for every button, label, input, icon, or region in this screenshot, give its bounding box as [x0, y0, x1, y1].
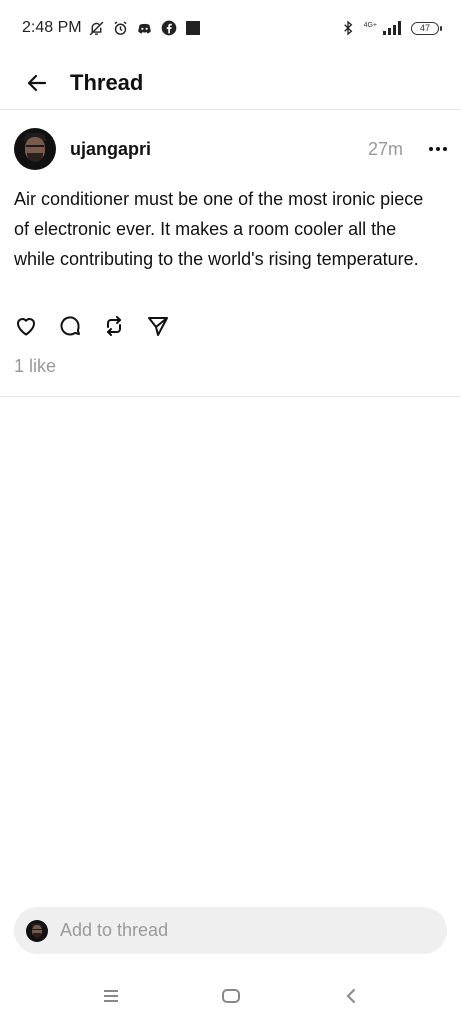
comment-icon: [60, 316, 80, 336]
share-button[interactable]: [146, 314, 170, 338]
thread-post: ujangapri 27m Air conditioner must be on…: [0, 110, 461, 397]
post-body: Air conditioner must be one of the most …: [14, 189, 424, 269]
alarm-icon: [112, 19, 130, 37]
status-bar: 2:48 PM 4G+ 47: [0, 0, 461, 56]
screen: 2:48 PM 4G+ 47 Thread ujangapri 27m Air …: [0, 0, 461, 1024]
app-header: Thread: [0, 56, 461, 110]
signal-icon: [383, 19, 405, 37]
network-label: 4G+: [363, 21, 377, 29]
post-actions: [14, 314, 170, 338]
system-back-button[interactable]: [331, 976, 371, 1016]
menu-icon: [103, 990, 118, 1002]
likes-count[interactable]: 1 like: [14, 356, 56, 377]
facebook-icon: [160, 19, 178, 37]
home-button[interactable]: [211, 976, 251, 1016]
composer-placeholder: Add to thread: [60, 920, 169, 940]
send-icon: [148, 317, 168, 336]
system-nav-bar: [0, 968, 461, 1024]
battery-icon: 47: [411, 21, 442, 35]
home-square-icon: [221, 989, 240, 1003]
page-title: Thread: [70, 69, 144, 95]
timestamp: 27m: [367, 138, 403, 159]
username[interactable]: ujangapri: [70, 139, 151, 160]
repost-icon: [107, 316, 121, 336]
chevron-left-icon: [346, 989, 355, 1003]
repost-button[interactable]: [102, 314, 126, 338]
composer-avatar: [26, 919, 48, 942]
silent-icon: [88, 19, 106, 37]
status-left: 2:48 PM: [22, 19, 202, 37]
avatar[interactable]: [14, 128, 56, 170]
like-button[interactable]: [14, 314, 38, 338]
more-options-button[interactable]: [411, 134, 447, 164]
stop-square-icon: [184, 19, 202, 37]
add-to-thread-input[interactable]: Add to thread: [14, 907, 447, 954]
reply-button[interactable]: [58, 314, 82, 338]
more-dots-icon: [429, 147, 433, 151]
heart-icon: [17, 318, 35, 336]
post-header: ujangapri 27m: [14, 128, 447, 170]
back-button[interactable]: [12, 61, 62, 105]
arrow-left-icon: [27, 74, 47, 91]
bluetooth-icon: [339, 19, 357, 37]
recents-button[interactable]: [91, 976, 131, 1016]
discord-icon: [136, 19, 154, 37]
status-time: 2:48 PM: [22, 19, 82, 36]
status-right: 4G+ 47: [339, 19, 442, 37]
